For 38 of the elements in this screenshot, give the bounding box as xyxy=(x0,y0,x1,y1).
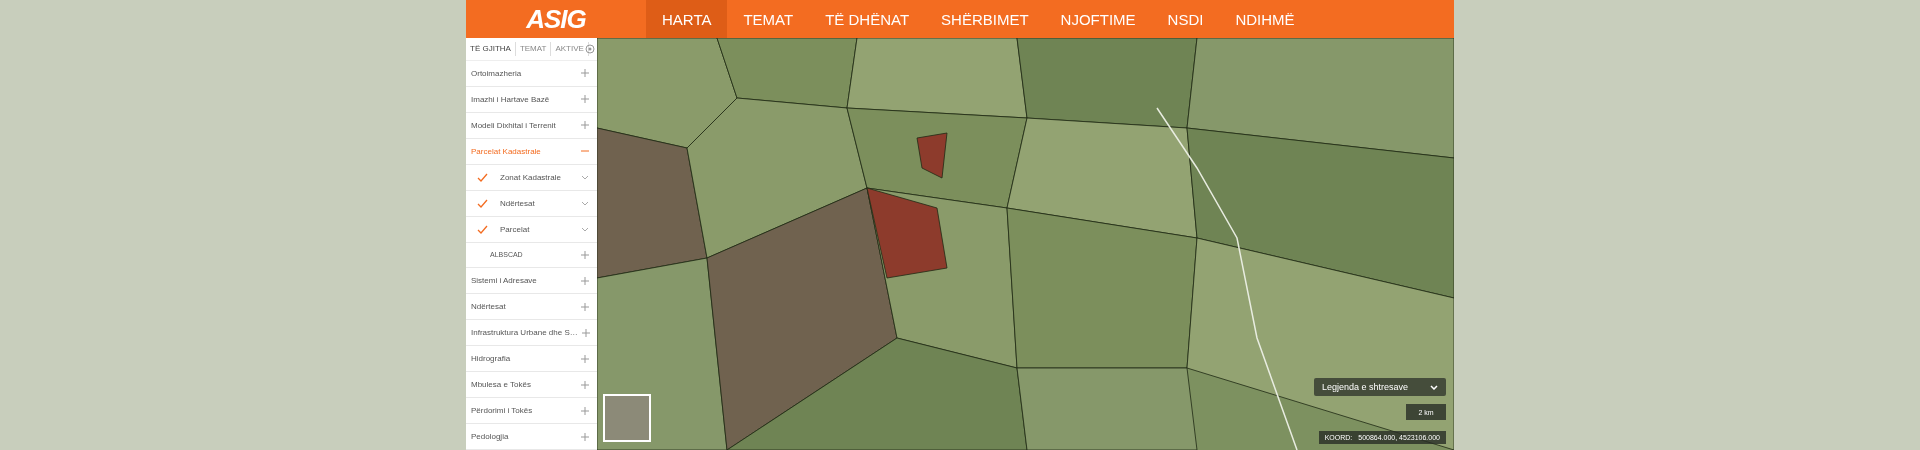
layer-group-label[interactable]: Pedologjia xyxy=(471,432,577,442)
sidebar-tab[interactable]: AKTIVE xyxy=(551,41,589,56)
photo-placeholder[interactable] xyxy=(603,394,651,442)
layer-label[interactable]: Parcelat xyxy=(500,224,577,234)
checkmark-icon[interactable] xyxy=(477,224,488,234)
layer-group-label[interactable]: Ndërtesat xyxy=(471,302,577,312)
layer-group-label[interactable]: Hidrografia xyxy=(471,354,577,364)
expand-icon[interactable] xyxy=(581,406,589,415)
expand-icon[interactable] xyxy=(581,302,589,311)
legend-dropdown[interactable]: Legjenda e shtresave xyxy=(1313,378,1446,396)
chevron-down-icon[interactable] xyxy=(581,174,589,180)
expand-icon[interactable] xyxy=(581,354,589,363)
settings-icon[interactable] xyxy=(584,43,595,54)
layer-label[interactable]: Ndërtesat xyxy=(500,198,577,208)
checkmark-icon[interactable] xyxy=(477,172,488,182)
expand-icon[interactable] xyxy=(581,328,590,337)
expand-icon[interactable] xyxy=(581,69,589,78)
checkmark-icon[interactable] xyxy=(477,198,488,208)
chevron-down-icon xyxy=(1430,384,1438,390)
layer-group-label[interactable]: Sistemi i Adresave xyxy=(471,276,577,286)
chevron-down-icon[interactable] xyxy=(581,200,589,206)
chevron-down-icon[interactable] xyxy=(581,226,589,232)
expand-icon[interactable] xyxy=(581,121,589,130)
nav-tab[interactable]: HARTA xyxy=(646,0,728,38)
sidebar-tab[interactable]: TË GJITHA xyxy=(466,41,516,56)
expand-icon[interactable] xyxy=(581,380,589,389)
expand-icon[interactable] xyxy=(581,276,589,285)
layer-group-label[interactable]: Infrastruktura Urbane dhe S… xyxy=(471,328,578,338)
sidebar-tab[interactable]: TEMAT xyxy=(515,41,552,56)
layer-group-label[interactable]: Ortoimazheria xyxy=(471,68,577,78)
layer-label[interactable]: Zonat Kadastrale xyxy=(500,172,577,182)
expand-icon[interactable] xyxy=(581,95,589,104)
expand-icon[interactable] xyxy=(581,250,589,259)
layer-group-label[interactable]: Përdorimi i Tokës xyxy=(471,406,577,416)
layer-group-label[interactable]: Modeli Dixhital i Terrenit xyxy=(471,120,577,130)
layer-group-label[interactable]: Mbulesa e Tokës xyxy=(471,380,577,390)
layer-group-label[interactable]: Imazhi i Hartave Bazë xyxy=(471,94,577,104)
expand-icon[interactable] xyxy=(581,432,589,441)
